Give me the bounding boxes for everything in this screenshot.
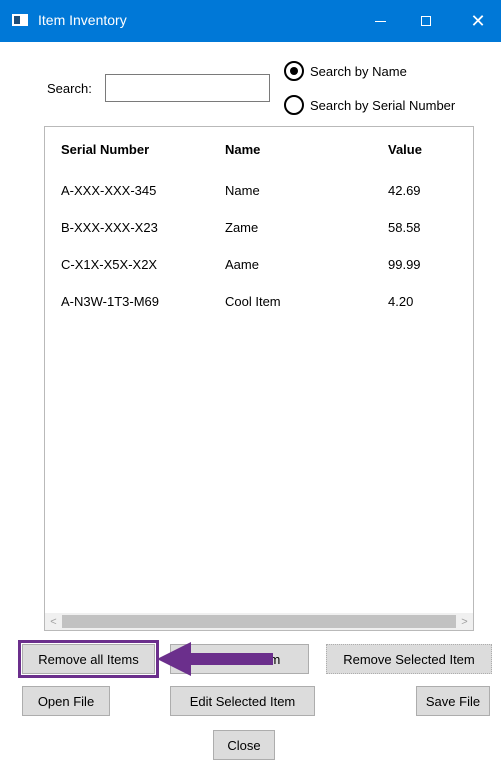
title-bar[interactable]: Item Inventory ✕ — [0, 0, 501, 42]
minimize-icon — [374, 20, 386, 22]
arrow-head — [157, 642, 191, 676]
radio-search-by-serial[interactable]: Search by Serial Number — [284, 95, 455, 115]
save-file-button[interactable]: Save File — [416, 686, 490, 716]
column-header-value[interactable]: Value — [388, 127, 422, 172]
radio-checked-icon — [284, 61, 304, 81]
window-title: Item Inventory — [38, 12, 127, 28]
list-header: Serial Number Name Value — [45, 127, 473, 172]
table-row[interactable]: A-XXX-XXX-345 Name 42.69 — [45, 172, 473, 209]
cell-value: 58.58 — [388, 220, 421, 235]
open-file-button[interactable]: Open File — [22, 686, 110, 716]
cell-name: Zame — [225, 220, 259, 235]
close-icon: ✕ — [470, 10, 486, 31]
table-row[interactable]: B-XXX-XXX-X23 Zame 58.58 — [45, 209, 473, 246]
cell-name: Aame — [225, 257, 259, 272]
column-header-name[interactable]: Name — [225, 127, 260, 172]
cell-value: 42.69 — [388, 183, 421, 198]
search-label: Search: — [47, 81, 92, 96]
horizontal-scrollbar[interactable]: < > — [45, 613, 473, 630]
cell-serial: C-X1X-X5X-X2X — [61, 257, 158, 272]
table-row[interactable]: C-X1X-X5X-X2X Aame 99.99 — [45, 246, 473, 283]
cell-serial: B-XXX-XXX-X23 — [61, 220, 158, 235]
close-window-button[interactable]: ✕ — [455, 0, 501, 42]
maximize-button[interactable] — [403, 0, 449, 42]
annotation-arrow-icon — [157, 642, 273, 676]
maximize-icon — [421, 16, 431, 26]
cell-serial: A-N3W-1T3-M69 — [61, 294, 160, 309]
search-input[interactable] — [105, 74, 270, 102]
edit-selected-item-button[interactable]: Edit Selected Item — [170, 686, 315, 716]
scroll-thumb[interactable] — [62, 615, 456, 628]
radio-label: Search by Serial Number — [310, 97, 456, 113]
cell-name: Name — [225, 183, 260, 198]
cell-value: 4.20 — [388, 294, 414, 309]
scroll-left-icon[interactable]: < — [45, 613, 62, 630]
radio-unchecked-icon — [284, 95, 304, 115]
app-icon — [12, 14, 28, 26]
close-button[interactable]: Close — [213, 730, 275, 760]
radio-label: Search by Name — [310, 63, 407, 79]
table-row[interactable]: A-N3W-1T3-M69 Cool Item 4.20 — [45, 283, 473, 320]
cell-value: 99.99 — [388, 257, 421, 272]
item-list[interactable]: Serial Number Name Value A-XXX-XXX-345 N… — [44, 126, 474, 631]
cell-serial: A-XXX-XXX-345 — [61, 183, 157, 198]
minimize-button[interactable] — [357, 0, 403, 42]
app-window: Item Inventory ✕ Search: Search by Name … — [0, 0, 501, 760]
radio-search-by-name[interactable]: Search by Name — [284, 61, 407, 81]
cell-name: Cool Item — [225, 294, 281, 309]
annotation-highlight-box — [18, 640, 159, 678]
scroll-right-icon[interactable]: > — [456, 613, 473, 630]
remove-selected-item-button[interactable]: Remove Selected Item — [326, 644, 492, 674]
column-header-serial[interactable]: Serial Number — [61, 127, 149, 172]
arrow-shaft — [185, 653, 273, 665]
